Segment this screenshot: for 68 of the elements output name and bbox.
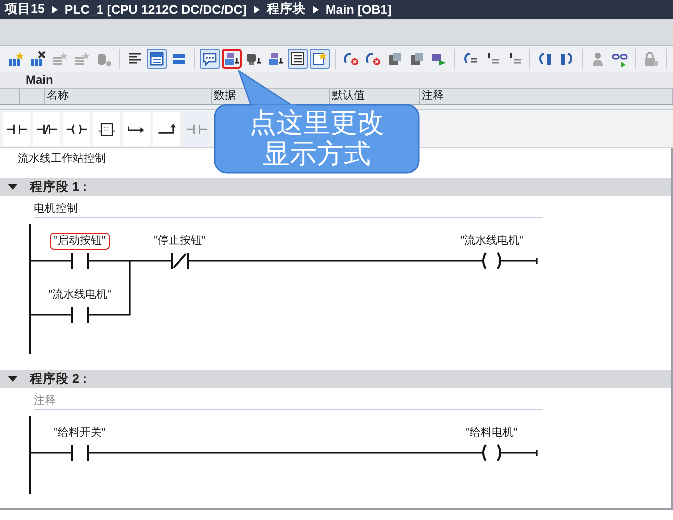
arrow-x-icon: [365, 51, 381, 67]
breadcrumb-item[interactable]: Main [OB1]: [326, 2, 392, 16]
person-icon: [590, 51, 606, 67]
bars-icon: [171, 51, 187, 67]
lock-icon: [643, 51, 659, 67]
triangle-icon: [312, 6, 319, 14]
coil-symbol: [482, 444, 502, 462]
network-title: 程序段 2 :: [30, 370, 88, 388]
display-icon: [268, 51, 284, 67]
list-button[interactable]: [288, 49, 308, 69]
cylinder-icon: [96, 51, 112, 67]
arrow-x-icon: [343, 51, 359, 67]
speech-bubble-icon: [202, 51, 218, 67]
box-button[interactable]: [93, 112, 120, 146]
star-document-icon: [312, 51, 328, 67]
coil-icon: [66, 122, 88, 136]
branch-close-button[interactable]: [153, 112, 180, 146]
expand-icon[interactable]: [8, 183, 18, 191]
jump-icon: [559, 51, 575, 67]
block-comment[interactable]: 流水线工作站控制: [18, 153, 106, 165]
network-comment[interactable]: 电机控制: [34, 203, 78, 215]
contact-symbol: [71, 306, 89, 324]
coil-button[interactable]: [63, 112, 90, 146]
contact-symbol: [71, 252, 89, 270]
speech-bubble-button[interactable]: [200, 49, 220, 69]
column-header: 注释: [420, 89, 673, 104]
breadcrumb-item[interactable]: PLC_1 [CPU 1212C DC/DC/DC]: [64, 2, 247, 16]
column-header: 名称: [45, 89, 212, 104]
operand-label[interactable]: "流水线电机": [456, 233, 528, 250]
display-icon: [224, 51, 240, 67]
star-lines-icon: [52, 51, 68, 67]
window-button[interactable]: [147, 49, 167, 69]
operand-label[interactable]: "停止按钮": [150, 233, 210, 250]
block-title: Main: [0, 72, 673, 88]
operand-label[interactable]: "给料电机": [462, 425, 522, 442]
contact-button[interactable]: [3, 112, 30, 146]
network-title: 程序段 1 :: [30, 178, 88, 196]
operand-label[interactable]: "启动按钮": [50, 233, 110, 250]
display-button[interactable]: [222, 49, 242, 69]
block-icon: [387, 51, 403, 67]
closed-contact-symbol: [171, 252, 189, 270]
block-icon: [409, 51, 425, 67]
lines-icon: [127, 51, 143, 67]
monitor-icon: [246, 51, 262, 67]
network-delete-icon: [30, 51, 46, 67]
operand-label[interactable]: "给料开关": [50, 425, 110, 442]
star-document-button[interactable]: [310, 49, 330, 69]
callout-text: 显示方式: [263, 139, 371, 170]
list-icon: [290, 51, 306, 67]
window-icon: [149, 51, 165, 67]
branch-open-button[interactable]: [123, 112, 150, 146]
coil-symbol: [482, 252, 502, 270]
block-arrow-icon: [431, 51, 447, 67]
closed-contact-icon: [36, 122, 58, 136]
contact-symbol: [71, 444, 89, 462]
jump-icon: [537, 51, 553, 67]
closed-contact-button[interactable]: [33, 112, 60, 146]
star-lines-icon: [74, 51, 90, 67]
operand-label[interactable]: "流水线电机": [44, 287, 116, 304]
breadcrumb-item[interactable]: 程序块: [266, 1, 306, 18]
network-delete-button[interactable]: [28, 49, 48, 69]
breadcrumb-item[interactable]: 项目15: [5, 1, 45, 18]
comment-placeholder[interactable]: 注释: [34, 395, 56, 407]
network-add-icon: [8, 51, 24, 67]
triangle-icon: [254, 6, 260, 14]
triangle-icon: [52, 6, 58, 14]
expand-icon[interactable]: [8, 375, 18, 383]
callout-text: 点这里更改: [250, 108, 384, 139]
